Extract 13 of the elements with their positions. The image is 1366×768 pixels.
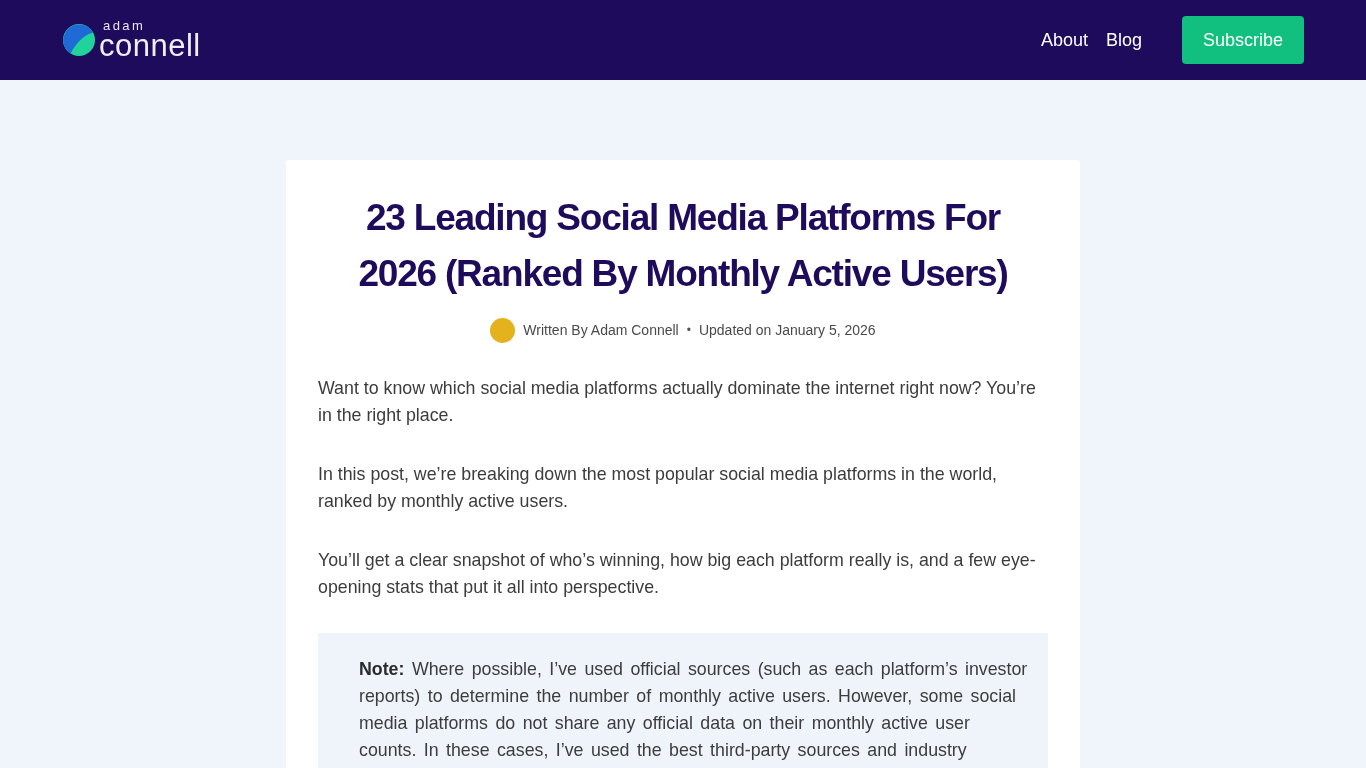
author-byline: Written By Adam Connell xyxy=(523,322,679,338)
byline-separator: • xyxy=(686,323,691,337)
nav-link[interactable]: About xyxy=(1040,29,1088,51)
body-paragraph: You’ll get a clear snapshot of who’s winning, how big each platform really is, and a few eye-opening stats that put it all into perspective. xyxy=(318,549,1037,599)
body-paragraph: Want to know which social media platforms actually dominate the internet right now? You’re in the right place. xyxy=(318,377,1037,427)
author-avatar xyxy=(490,317,516,343)
logo-icon xyxy=(62,23,96,57)
updated-date: Updated on January 5, 2026 xyxy=(698,322,876,338)
article-title: 23 Leading Social Media Platforms For 2026 (Ranked By Monthly Active Users) xyxy=(357,196,1009,296)
note-text: Note: Where possible, I’ve used official sources (such as each platform’s investor reports) to determine the number of monthly active users. However, some social media platforms do not share any official data on their monthly active user counts. In these cases, I’ve used the best third-party sources and industry xyxy=(359,658,1029,762)
nav-link[interactable]: Blog xyxy=(1105,29,1142,51)
logo-link[interactable]: adam connell xyxy=(62,19,201,61)
body-paragraph: In this post, we’re breaking down the most popular social media platforms in the world, ranked by monthly active users. xyxy=(318,463,998,513)
